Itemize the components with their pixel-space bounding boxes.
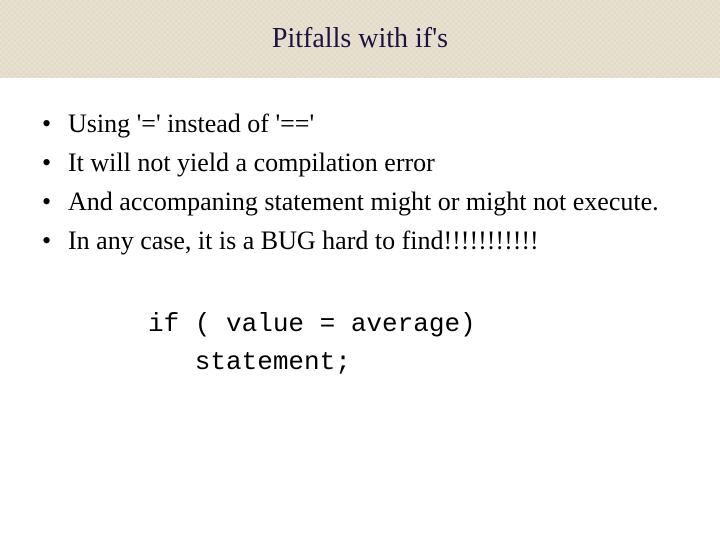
bullet-item: It will not yield a compilation error — [38, 145, 682, 180]
bullet-list: Using '=' instead of '==' It will not yi… — [38, 106, 682, 258]
bullet-item: And accompaning statement might or might… — [38, 184, 682, 219]
slide-title: Pitfalls with if's — [272, 23, 448, 55]
bullet-item: Using '=' instead of '==' — [38, 106, 682, 141]
header-band: Pitfalls with if's — [0, 0, 720, 78]
slide-content: Using '=' instead of '==' It will not yi… — [0, 78, 720, 382]
code-line: statement; — [148, 347, 351, 377]
code-example: if ( value = average) statement; — [38, 306, 682, 381]
code-line: if ( value = average) — [148, 309, 476, 339]
bullet-item: In any case, it is a BUG hard to find!!!… — [38, 223, 682, 258]
